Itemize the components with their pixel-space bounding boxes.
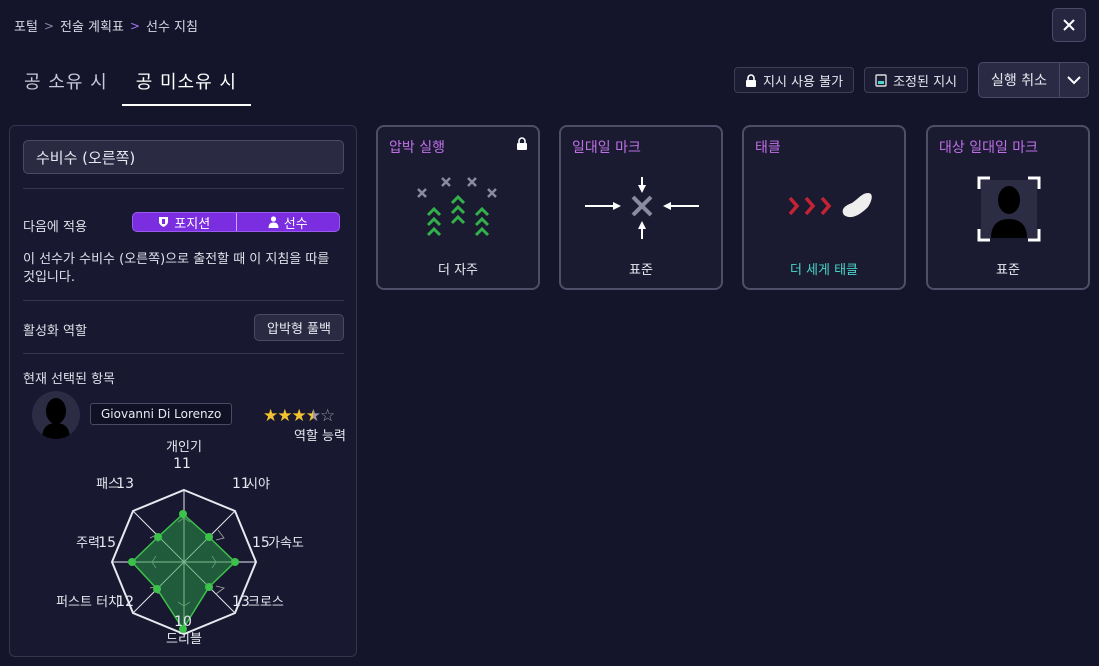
close-button[interactable] xyxy=(1052,8,1086,42)
close-icon xyxy=(1063,19,1075,31)
divider xyxy=(23,353,344,354)
person-icon xyxy=(268,216,279,228)
star-icon: ★ xyxy=(263,406,278,426)
card-title: 압박 실행 xyxy=(389,140,445,156)
lock-icon xyxy=(517,137,527,150)
toolbar: 지시 사용 불가 조정된 지시 실행 취소 xyxy=(734,62,1089,98)
card-value: 표준 xyxy=(629,263,653,278)
radar-value: 13 xyxy=(116,476,134,492)
avatar xyxy=(32,391,80,439)
radar-point xyxy=(128,558,136,566)
breadcrumb-current: 선수 지침 xyxy=(145,20,198,35)
radar-point xyxy=(154,533,162,541)
radar-ring-mark xyxy=(215,529,225,541)
undo-button[interactable]: 실행 취소 xyxy=(979,63,1059,97)
active-role-button[interactable]: 압박형 풀백 xyxy=(254,314,344,341)
active-role-label: 활성화 역할 xyxy=(23,324,87,339)
unavailable-label: 지시 사용 불가 xyxy=(763,74,844,90)
attribute-radar-chart: 개인기 11 11 시야 15 가속도 13 크로스 10 드리블 퍼스트 터치… xyxy=(56,440,304,647)
card-title: 일대일 마크 xyxy=(572,140,641,156)
undo-dropdown-button[interactable] xyxy=(1059,63,1088,97)
shield-icon xyxy=(159,217,169,227)
undo-split-button: 실행 취소 xyxy=(978,62,1089,98)
possession-tabs: 공 소유 시 공 미소유 시 xyxy=(10,62,251,106)
player-name: Giovanni Di Lorenzo xyxy=(90,403,233,425)
player-panel: 수비수 (오른쪽) 다음에 적용 포지션 선수 이 선수가 수비수 (오른쪽)으… xyxy=(9,125,357,657)
apply-to-toggle: 포지션 선수 xyxy=(132,212,340,232)
chevron-right-icon: > xyxy=(43,18,54,33)
tab-in-possession[interactable]: 공 소유 시 xyxy=(10,62,122,106)
apply-player-option[interactable]: 선수 xyxy=(237,213,340,231)
radar-label: 퍼스트 터치 xyxy=(56,595,120,610)
radar-label: 드리블 xyxy=(166,632,202,647)
star-icon: ★ xyxy=(291,406,307,426)
chevron-down-icon xyxy=(1067,75,1081,84)
instruction-card-target-marking[interactable]: 대상 일대일 마크 표준 xyxy=(926,125,1090,290)
radar-value-area xyxy=(130,512,237,631)
player-silhouette-icon xyxy=(42,398,70,439)
apply-position-label: 포지션 xyxy=(174,216,211,232)
radar-value: 11 xyxy=(173,456,191,472)
half-star-icon: ★ xyxy=(305,406,321,426)
adjusted-instructions-button[interactable]: 조정된 지시 xyxy=(864,67,969,93)
chevron-right-icon: > xyxy=(129,18,140,33)
divider xyxy=(23,300,344,301)
radar-point xyxy=(231,558,239,566)
radar-value: 10 xyxy=(174,614,192,630)
radar-value: 12 xyxy=(116,594,134,610)
marking-arrows-icon xyxy=(585,177,699,239)
instruction-card-tackling[interactable]: 태클 더 세게 태클 xyxy=(742,125,906,290)
adjusted-label: 조정된 지시 xyxy=(893,74,958,90)
card-value: 표준 xyxy=(996,263,1020,278)
radar-label: 가속도 xyxy=(268,536,304,551)
divider xyxy=(23,188,344,189)
radar-point xyxy=(205,533,213,541)
radar-point xyxy=(153,585,161,593)
role-ability-stars: ★★★★☆ xyxy=(263,406,335,426)
apply-to-label: 다음에 적용 xyxy=(23,220,87,235)
instruction-description: 이 선수가 수비수 (오른쪽)으로 출전할 때 이 지침을 따를 것입니다. xyxy=(23,252,330,285)
tackle-boot-icon xyxy=(788,193,872,218)
lock-icon xyxy=(746,73,757,87)
radar-point xyxy=(179,510,187,518)
breadcrumb-portal[interactable]: 포털 xyxy=(14,16,38,35)
instruction-card-marking[interactable]: 일대일 마크 표준 xyxy=(559,125,723,290)
apply-player-label: 선수 xyxy=(283,216,308,232)
tab-out-of-possession[interactable]: 공 미소유 시 xyxy=(121,62,251,106)
card-title: 대상 일대일 마크 xyxy=(939,140,1039,156)
current-selection-label: 현재 선택된 항목 xyxy=(23,372,115,387)
breadcrumb-tactics[interactable]: 전술 계획표 xyxy=(60,16,124,35)
target-player-icon xyxy=(977,176,1041,242)
radar-label: 크로스 xyxy=(248,595,284,610)
apply-position-option[interactable]: 포지션 xyxy=(133,213,237,231)
adjusted-icon xyxy=(875,73,887,87)
pressing-arrows-icon xyxy=(417,177,497,237)
card-title: 태클 xyxy=(755,140,781,156)
radar-ring-mark xyxy=(215,585,225,595)
radar-value: 15 xyxy=(98,535,116,551)
instruction-card-pressing[interactable]: 압박 실행 더 자주 xyxy=(376,125,540,290)
radar-label: 개인기 xyxy=(166,440,202,455)
instructions-unavailable-button[interactable]: 지시 사용 불가 xyxy=(734,67,855,93)
radar-label: 시야 xyxy=(246,477,270,492)
breadcrumb: 포털 > 전술 계획표 > 선수 지침 xyxy=(14,16,198,36)
card-value: 더 자주 xyxy=(437,263,478,278)
position-selector[interactable]: 수비수 (오른쪽) xyxy=(23,140,344,174)
star-outline-icon: ☆ xyxy=(320,406,335,426)
card-value: 더 세게 태클 xyxy=(789,263,859,278)
star-icon: ★ xyxy=(277,406,292,426)
radar-label: 주력 xyxy=(76,536,100,551)
radar-point xyxy=(205,583,213,591)
